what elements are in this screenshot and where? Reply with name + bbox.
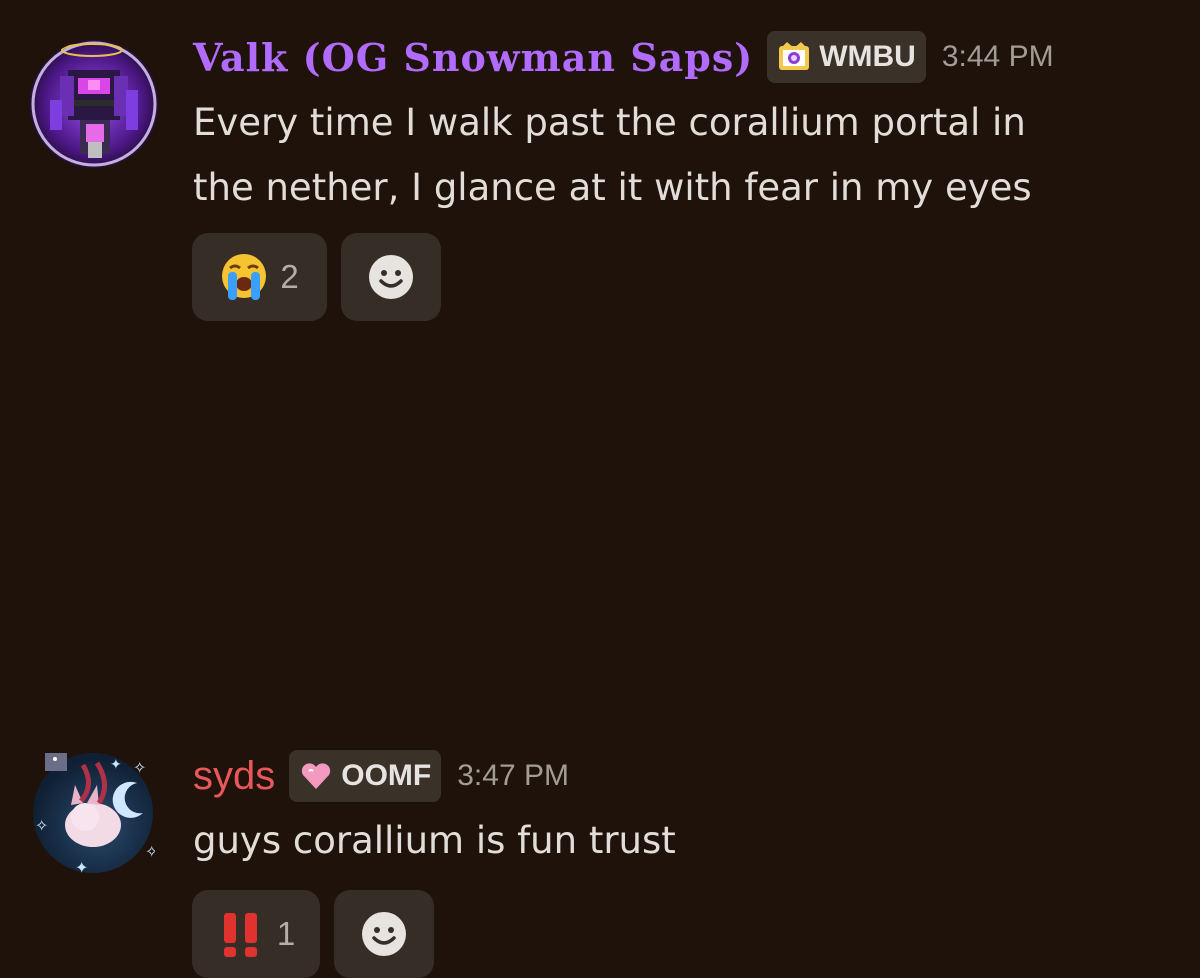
- svg-text:✦: ✦: [75, 858, 88, 875]
- server-tag[interactable]: OOMF: [289, 750, 442, 802]
- message-content: guys corallium is fun trust: [193, 819, 676, 862]
- reactions: 2: [192, 233, 441, 321]
- svg-text:✧: ✧: [145, 842, 155, 861]
- pink-heart-tag-icon: [302, 763, 331, 789]
- add-reaction-button[interactable]: [334, 890, 434, 978]
- reaction-loudly-crying[interactable]: 2: [192, 233, 327, 321]
- timestamp: 3:47 PM: [457, 759, 569, 792]
- loudly-crying-face-icon: [222, 254, 267, 300]
- username[interactable]: Valk (OG Snowman Saps): [193, 35, 753, 80]
- server-tag-label: OOMF: [341, 759, 432, 792]
- timestamp: 3:44 PM: [941, 40, 1054, 73]
- reaction-count: 2: [280, 258, 299, 295]
- svg-text:✧: ✧: [133, 758, 146, 777]
- avatar[interactable]: ✦ ✧ ✧ ✧ ✦: [25, 745, 158, 877]
- server-tag[interactable]: WMBU: [767, 31, 926, 83]
- smiley-face-icon: [362, 912, 406, 956]
- double-exclamation-icon: [223, 913, 257, 957]
- svg-text:✧: ✧: [35, 816, 48, 835]
- avatar[interactable]: [30, 40, 158, 168]
- message-syds: ✦ ✧ ✧ ✧ ✦ syds OOMF 3:47 PM guys coralli…: [0, 360, 1200, 978]
- avatar-purple-knight-icon: [30, 40, 158, 168]
- svg-text:✦: ✦: [110, 757, 122, 773]
- smiley-face-icon: [369, 255, 413, 299]
- reaction-double-exclamation[interactable]: 1: [192, 890, 320, 978]
- reactions: 1: [192, 890, 434, 978]
- reaction-count: 1: [276, 915, 296, 952]
- message-header: Valk (OG Snowman Saps) WMBU 3:44 PM: [193, 30, 1054, 84]
- avatar-fox-icon: ✦ ✧ ✧ ✧ ✦: [33, 753, 158, 877]
- username[interactable]: syds: [193, 754, 275, 799]
- server-tag-label: WMBU: [819, 40, 916, 73]
- message-header: syds OOMF 3:47 PM: [193, 749, 569, 803]
- message-content: Every time I walk past the corallium por…: [193, 101, 1032, 209]
- add-reaction-button[interactable]: [341, 233, 441, 321]
- message-valk: Valk (OG Snowman Saps) WMBU 3:44 PM Ever…: [0, 0, 1200, 340]
- crown-tag-icon: [779, 42, 810, 70]
